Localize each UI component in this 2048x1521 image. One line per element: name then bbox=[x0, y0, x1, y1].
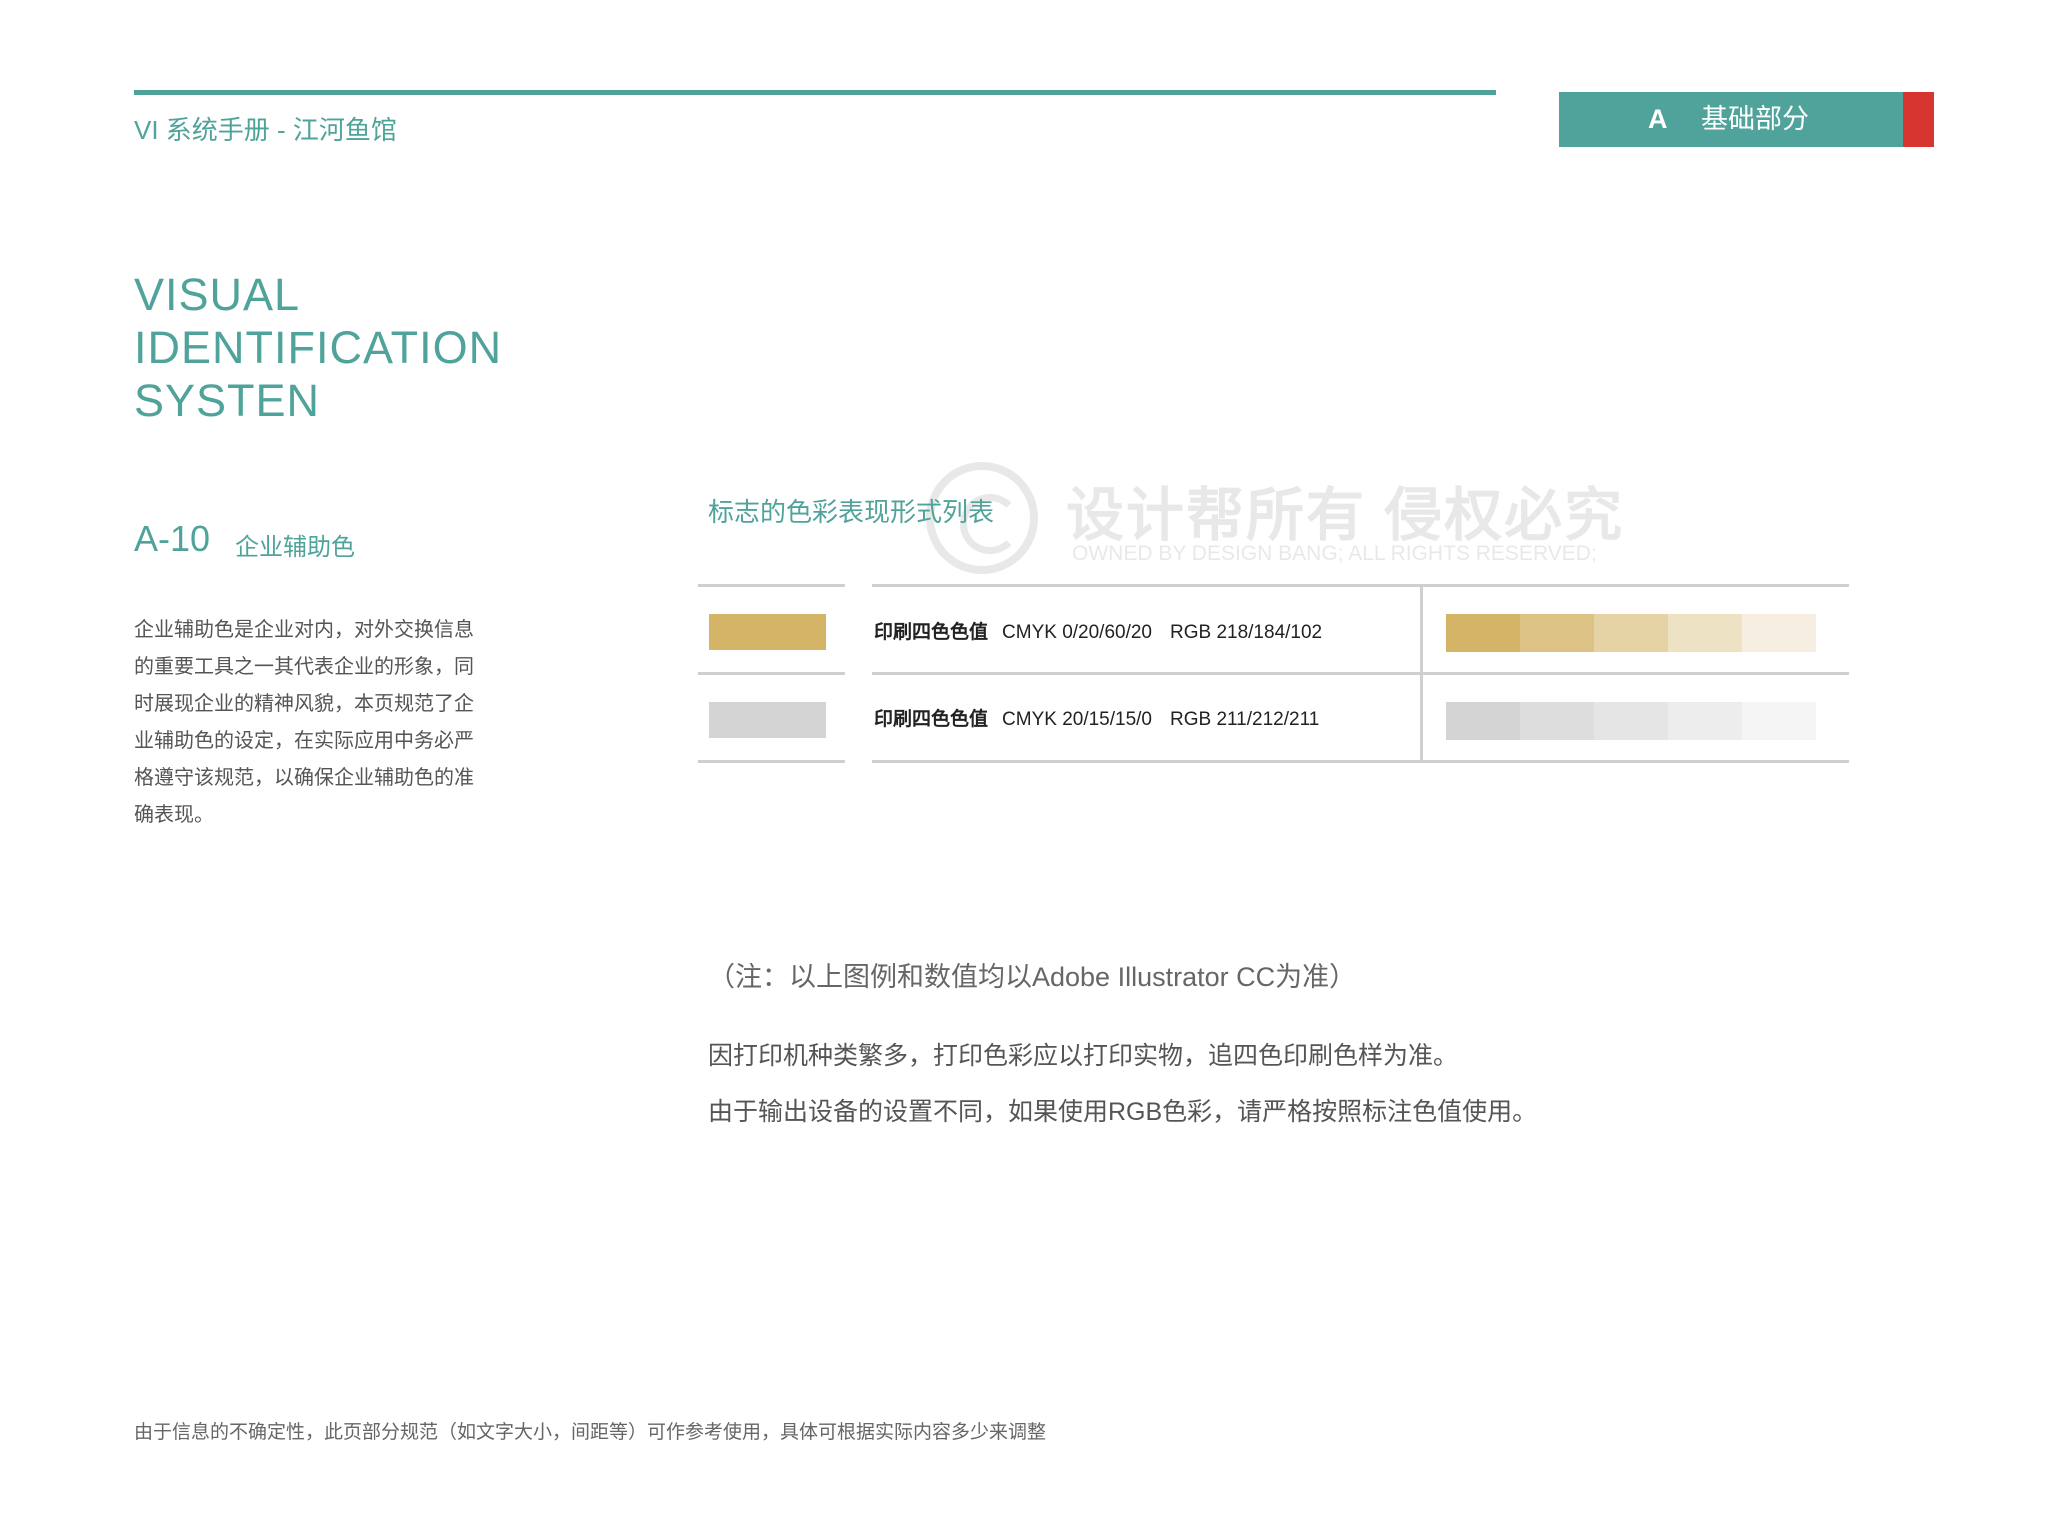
tint-step bbox=[1520, 614, 1594, 652]
color-spec-row: 印刷四色色值 CMYK 20/15/15/0 RGB 211/212/211 bbox=[874, 704, 1319, 731]
tint-scale-gray bbox=[1446, 702, 1816, 740]
header-rule bbox=[134, 90, 1496, 95]
table-rule bbox=[698, 672, 845, 675]
output-note: 由于输出设备的设置不同，如果使用RGB色彩，请严格按照标注色值使用。 bbox=[708, 1098, 1538, 1126]
watermark: 设计帮所有 侵权必究 OWNED BY DESIGN BANG; ALL RIG… bbox=[926, 462, 1646, 582]
section-code: A-10 bbox=[134, 518, 211, 559]
title-line-2: IDENTIFICATION bbox=[134, 322, 503, 373]
section-name: 基础部分 bbox=[1701, 104, 1809, 134]
table-title: 标志的色彩表现形式列表 bbox=[708, 497, 995, 527]
footer-note: 由于信息的不确定性，此页部分规范（如文字大小，间距等）可作参考使用，具体可根据实… bbox=[134, 1422, 1047, 1443]
spec-rgb: RGB 218/184/102 bbox=[1170, 622, 1323, 643]
watermark-text-en: OWNED BY DESIGN BANG; ALL RIGHTS RESERVE… bbox=[1072, 542, 1597, 565]
title-line-3: SYSTEN bbox=[134, 375, 321, 426]
tint-scale-gold bbox=[1446, 614, 1816, 652]
tint-step bbox=[1446, 614, 1520, 652]
title-line-1: VISUAL bbox=[134, 269, 301, 320]
color-swatch-gold bbox=[709, 614, 826, 650]
tint-step bbox=[1742, 614, 1816, 652]
spec-label: 印刷四色色值 bbox=[874, 709, 989, 730]
page-title: VISUAL IDENTIFICATION SYSTEN bbox=[134, 268, 502, 427]
tint-step bbox=[1594, 614, 1668, 652]
color-swatch-gray bbox=[709, 702, 826, 738]
tint-step bbox=[1742, 702, 1816, 740]
tint-step bbox=[1594, 702, 1668, 740]
table-rule bbox=[872, 584, 1849, 587]
table-divider bbox=[1420, 584, 1423, 763]
spec-cmyk: CMYK 0/20/60/20 bbox=[1002, 622, 1152, 643]
table-rule bbox=[698, 584, 845, 587]
note-text: （注：以上图例和数值均以Adobe Illustrator CC为准） bbox=[708, 962, 1357, 992]
tint-step bbox=[1668, 702, 1742, 740]
table-rule bbox=[872, 760, 1849, 763]
section-description: 企业辅助色是企业对内，对外交换信息的重要工具之一其代表企业的形象，同时展现企业的… bbox=[134, 619, 474, 826]
color-spec-row: 印刷四色色值 CMYK 0/20/60/20 RGB 218/184/102 bbox=[874, 617, 1322, 644]
section-subtitle: 企业辅助色 bbox=[235, 534, 355, 561]
header-title: VI 系统手册 - 江河鱼馆 bbox=[134, 115, 397, 145]
section-tab: A 基础部分 bbox=[1559, 92, 1903, 147]
watermark-text-cn: 设计帮所有 侵权必究 bbox=[1066, 483, 1625, 548]
table-rule bbox=[872, 672, 1849, 675]
section-tab-accent bbox=[1903, 92, 1934, 147]
tint-step bbox=[1520, 702, 1594, 740]
tint-step bbox=[1668, 614, 1742, 652]
table-rule bbox=[698, 760, 845, 763]
spec-label: 印刷四色色值 bbox=[874, 622, 989, 643]
tint-step bbox=[1446, 702, 1520, 740]
spec-cmyk: CMYK 20/15/15/0 bbox=[1002, 709, 1152, 730]
section-letter: A bbox=[1648, 104, 1668, 134]
spec-rgb: RGB 211/212/211 bbox=[1170, 709, 1320, 730]
print-note: 因打印机种类繁多，打印色彩应以打印实物，追四色印刷色样为准。 bbox=[708, 1042, 1459, 1070]
